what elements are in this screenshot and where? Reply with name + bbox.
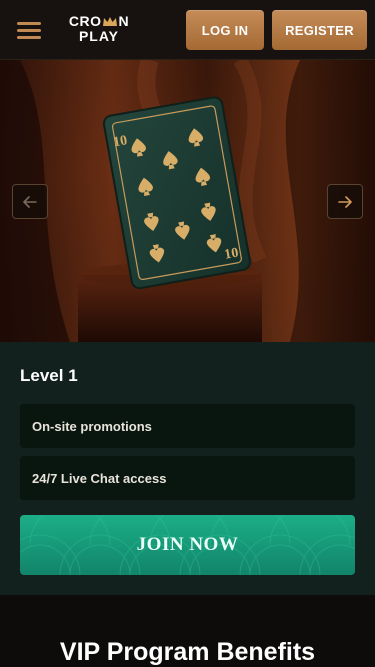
arrow-right-icon	[338, 195, 352, 208]
crownplay-logo[interactable]: CRO N PLAY	[67, 14, 131, 46]
top-header: CRO N PLAY LOG IN REGISTER	[0, 0, 375, 60]
section-title: VIP Program Benefits	[59, 638, 316, 666]
arrow-left-icon	[23, 195, 37, 208]
perk-item: On-site promotions	[20, 404, 355, 448]
login-button[interactable]: LOG IN	[186, 10, 264, 50]
carousel-next-button[interactable]	[327, 184, 363, 219]
perk-item: 24/7 Live Chat access	[20, 456, 355, 500]
vip-benefits-section: VIP Program Benefits	[0, 595, 375, 667]
card-rank-bottom: 10	[223, 246, 239, 263]
logo-text-play: PLAY	[78, 28, 120, 44]
hamburger-menu-icon[interactable]	[14, 18, 44, 42]
logo-text-n: N	[118, 13, 130, 29]
register-button[interactable]: REGISTER	[272, 10, 367, 50]
vip-level-panel: Level 1 On-site promotions 24/7 Live Cha…	[0, 342, 375, 595]
spade-pips	[131, 128, 222, 263]
join-now-button[interactable]: JOIN NOW	[20, 515, 355, 575]
level-title: Level 1	[20, 366, 78, 385]
logo-text-cro: CRO	[68, 13, 102, 29]
crown-icon	[103, 17, 117, 26]
playing-card-ten-of-spades: 10 10	[112, 128, 240, 263]
card-rank-top: 10	[112, 133, 128, 150]
carousel-prev-button[interactable]	[12, 184, 48, 219]
join-now-label: JOIN NOW	[136, 534, 239, 555]
hero-carousel: 10 10	[0, 60, 375, 342]
